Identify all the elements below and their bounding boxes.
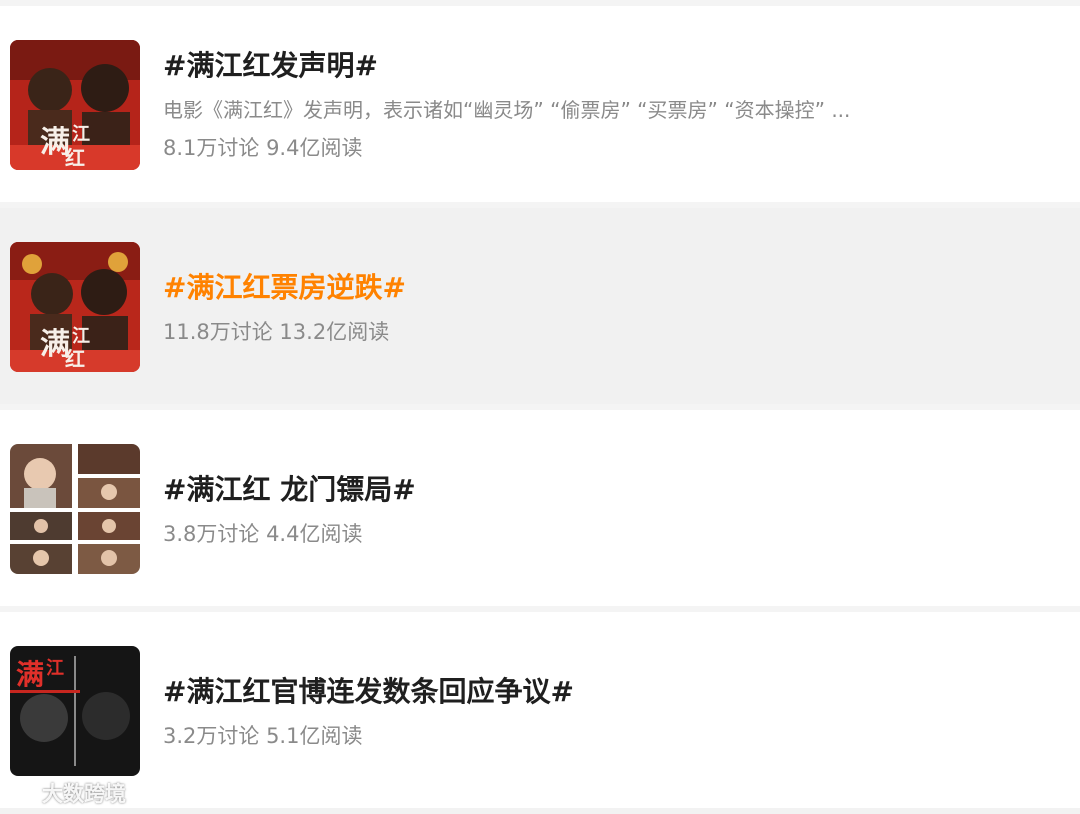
movie-poster-image: 满 江 红 — [10, 242, 140, 372]
topic-thumbnail[interactable] — [10, 444, 140, 574]
svg-text:江: 江 — [72, 124, 90, 145]
topic-thumbnail[interactable]: 满 江 红 — [10, 242, 140, 372]
topic-stats: 8.1万讨论 9.4亿阅读 — [163, 136, 363, 160]
svg-text:江: 江 — [72, 326, 90, 347]
watermark: 大数跨境 — [10, 778, 126, 808]
topic-thumbnail[interactable]: 满 江 — [10, 646, 140, 776]
topic-stats: 3.2万讨论 5.1亿阅读 — [163, 724, 363, 748]
movie-poster-image: 满 江 红 — [10, 40, 140, 170]
topic-item[interactable]: 满 江 红 #满江红发声明# 电影《满江红》发声明，表示诸如“幽灵场” “偷票房… — [0, 6, 1080, 202]
topic-title[interactable]: #满江红官博连发数条回应争议# — [163, 674, 1050, 710]
topic-item[interactable]: 满 江 #满江红官博连发数条回应争议# 3.2万讨论 5.1亿阅读 — [0, 612, 1080, 808]
topic-thumbnail[interactable]: 满 江 红 — [10, 40, 140, 170]
svg-text:满: 满 — [16, 658, 44, 691]
movie-poster-image: 满 江 — [10, 646, 140, 776]
topic-stats: 3.8万讨论 4.4亿阅读 — [163, 522, 363, 546]
topic-item-highlighted[interactable]: 满 江 红 #满江红票房逆跌# 11.8万讨论 13.2亿阅读 — [0, 208, 1080, 404]
svg-text:红: 红 — [65, 347, 85, 371]
topic-stats: 11.8万讨论 13.2亿阅读 — [163, 320, 390, 344]
svg-text:红: 红 — [65, 146, 85, 170]
svg-text:江: 江 — [46, 658, 64, 679]
topic-title[interactable]: #满江红票房逆跌# — [163, 270, 1050, 306]
topic-title[interactable]: #满江红 龙门镖局# — [163, 472, 1050, 508]
watermark-logo-icon — [10, 785, 38, 802]
topic-list: 满 江 红 #满江红发声明# 电影《满江红》发声明，表示诸如“幽灵场” “偷票房… — [0, 0, 1080, 814]
topic-title[interactable]: #满江红发声明# — [163, 48, 1050, 84]
watermark-text: 大数跨境 — [42, 782, 126, 806]
topic-item[interactable]: #满江红 龙门镖局# 3.8万讨论 4.4亿阅读 — [0, 410, 1080, 606]
drama-collage-image — [10, 444, 140, 574]
topic-description: 电影《满江红》发声明，表示诸如“幽灵场” “偷票房” “买票房” “资本操控” … — [163, 98, 851, 122]
